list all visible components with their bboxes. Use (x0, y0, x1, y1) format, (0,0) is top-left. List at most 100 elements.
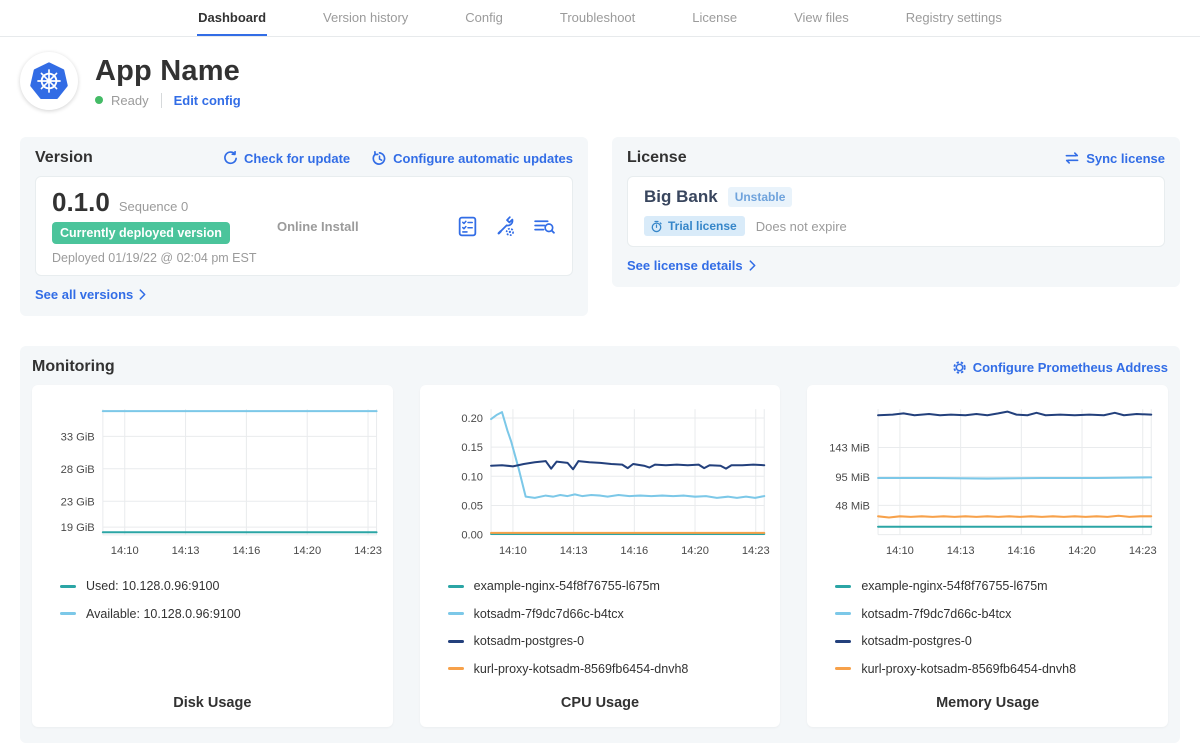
svg-text:14:16: 14:16 (1008, 545, 1036, 557)
disk-usage-legend: Used: 10.128.0.96:9100 Available: 10.128.… (60, 579, 385, 634)
memory-usage-plot: 14:1014:1314:1614:2014:23143 MiB95 MiB48… (815, 395, 1160, 567)
top-nav: Dashboard Version history Config Troublesho… (0, 0, 1200, 37)
svg-text:143 MiB: 143 MiB (830, 443, 871, 455)
legend-label: kotsadm-postgres-0 (861, 634, 971, 648)
tab-license[interactable]: License (691, 0, 738, 36)
legend-label: example-nginx-54f8f76755-l675m (474, 579, 660, 593)
chart-title: Memory Usage (815, 689, 1160, 721)
chevron-right-icon (749, 260, 756, 271)
disk-usage-plot: 14:10 14:13 14:16 14:20 14:23 33 GiB 28 GiB 23 … (40, 395, 385, 567)
deploy-logs-icon (532, 215, 556, 238)
page-title: App Name (95, 55, 241, 88)
monitoring-title: Monitoring (32, 358, 115, 376)
tab-version-history[interactable]: Version history (322, 0, 409, 36)
svg-text:48 MiB: 48 MiB (836, 500, 871, 512)
trial-license-badge: Trial license (644, 216, 745, 236)
sync-arrows-icon (1064, 151, 1080, 165)
preflight-checks-icon (456, 215, 479, 238)
chevron-right-icon (139, 289, 146, 300)
legend-label: Used: 10.128.0.96:9100 (86, 579, 219, 593)
tab-view-files[interactable]: View files (793, 0, 850, 36)
svg-text:14:23: 14:23 (1129, 545, 1157, 557)
license-card: Big Bank Unstable Trial license Does not… (627, 176, 1165, 247)
charts-row: 14:10 14:13 14:16 14:20 14:23 33 GiB 28 GiB 23 … (32, 385, 1168, 727)
preflight-checks-button[interactable] (456, 215, 479, 238)
version-number: 0.1.0 (52, 187, 110, 218)
svg-text:14:16: 14:16 (620, 545, 648, 557)
refresh-icon (223, 151, 238, 166)
version-sequence: Sequence 0 (119, 199, 188, 214)
svg-text:14:13: 14:13 (947, 545, 975, 557)
legend-swatch (60, 585, 76, 588)
see-all-versions-link[interactable]: See all versions (35, 287, 146, 302)
svg-text:14:20: 14:20 (681, 545, 709, 557)
configure-automatic-updates-link[interactable]: Configure automatic updates (372, 151, 573, 166)
tab-registry-settings[interactable]: Registry settings (905, 0, 1003, 36)
cards-row: Version Check for update Configure au (20, 137, 1180, 316)
sync-license-link[interactable]: Sync license (1064, 151, 1165, 166)
legend-label: kurl-proxy-kotsadm-8569fb6454-dnvh8 (474, 662, 689, 676)
legend-item: kurl-proxy-kotsadm-8569fb6454-dnvh8 (448, 662, 773, 676)
legend-label: Available: 10.128.0.96:9100 (86, 607, 241, 621)
memory-usage-legend: example-nginx-54f8f76755-l675mkotsadm-7f… (835, 579, 1160, 689)
version-panel: Version Check for update Configure au (20, 137, 588, 316)
license-panel: License Sync license Big Bank Unstable (612, 137, 1180, 287)
scheduled-update-icon (372, 151, 387, 166)
app-logo (20, 52, 78, 110)
svg-text:95 MiB: 95 MiB (836, 472, 871, 484)
svg-text:23 GiB: 23 GiB (61, 496, 95, 508)
status-dot (95, 96, 103, 104)
svg-text:28 GiB: 28 GiB (61, 464, 95, 476)
config-wrench-icon (494, 215, 517, 238)
customer-name: Big Bank (644, 187, 718, 207)
svg-text:14:23: 14:23 (354, 545, 382, 557)
svg-text:0.00: 0.00 (461, 530, 483, 542)
cpu-usage-legend: example-nginx-54f8f76755-l675m kotsadm-7f… (448, 579, 773, 689)
chart-title: CPU Usage (428, 689, 773, 721)
license-panel-title: License (627, 149, 687, 167)
see-license-details-link[interactable]: See license details (627, 258, 756, 273)
svg-text:0.20: 0.20 (461, 413, 483, 425)
chart-title: Disk Usage (40, 689, 385, 721)
legend-swatch (835, 585, 851, 588)
svg-text:14:23: 14:23 (742, 545, 770, 557)
edit-config-link[interactable]: Edit config (174, 93, 241, 108)
legend-label: kotsadm-7f9dc7d66c-b4tcx (474, 607, 624, 621)
svg-text:14:10: 14:10 (499, 545, 527, 557)
tab-config[interactable]: Config (464, 0, 504, 36)
license-expiry: Does not expire (756, 219, 847, 234)
svg-text:14:10: 14:10 (111, 545, 139, 557)
legend-label: kotsadm-postgres-0 (474, 634, 584, 648)
memory-usage-chart-card: 14:1014:1314:1614:2014:23143 MiB95 MiB48… (807, 385, 1168, 727)
legend-item: kotsadm-7f9dc7d66c-b4tcx (448, 607, 773, 621)
app-header: App Name Ready Edit config (20, 52, 1180, 110)
deploy-logs-button[interactable] (532, 215, 556, 238)
svg-text:14:13: 14:13 (172, 545, 200, 557)
svg-text:14:16: 14:16 (232, 545, 260, 557)
check-for-update-link[interactable]: Check for update (223, 151, 350, 166)
configure-prometheus-link[interactable]: Configure Prometheus Address (952, 360, 1168, 375)
monitoring-panel: Monitoring Configure Prometheus Address … (20, 346, 1180, 743)
legend-item: Available: 10.128.0.96:9100 (60, 607, 385, 621)
legend-item: example-nginx-54f8f76755-l675m (448, 579, 773, 593)
svg-text:14:13: 14:13 (559, 545, 587, 557)
cpu-usage-plot: 14:1014:1314:1614:2014:230.200.150.100.0… (428, 395, 773, 567)
edit-config-version-button[interactable] (494, 215, 517, 238)
legend-item: example-nginx-54f8f76755-l675m (835, 579, 1160, 593)
legend-swatch (448, 612, 464, 615)
kubernetes-logo (28, 60, 70, 102)
tab-troubleshoot[interactable]: Troubleshoot (559, 0, 636, 36)
channel-badge: Unstable (728, 187, 793, 207)
install-type-label: Online Install (277, 219, 456, 234)
svg-text:14:10: 14:10 (886, 545, 914, 557)
tab-dashboard[interactable]: Dashboard (197, 0, 267, 36)
legend-label: example-nginx-54f8f76755-l675m (861, 579, 1047, 593)
legend-item: Used: 10.128.0.96:9100 (60, 579, 385, 593)
legend-item: kotsadm-postgres-0 (835, 634, 1160, 648)
svg-text:33 GiB: 33 GiB (61, 431, 95, 443)
svg-text:14:20: 14:20 (293, 545, 321, 557)
disk-usage-chart-card: 14:10 14:13 14:16 14:20 14:23 33 GiB 28 GiB 23 … (32, 385, 393, 727)
legend-swatch (448, 640, 464, 643)
timer-icon (650, 220, 663, 233)
legend-swatch (835, 640, 851, 643)
